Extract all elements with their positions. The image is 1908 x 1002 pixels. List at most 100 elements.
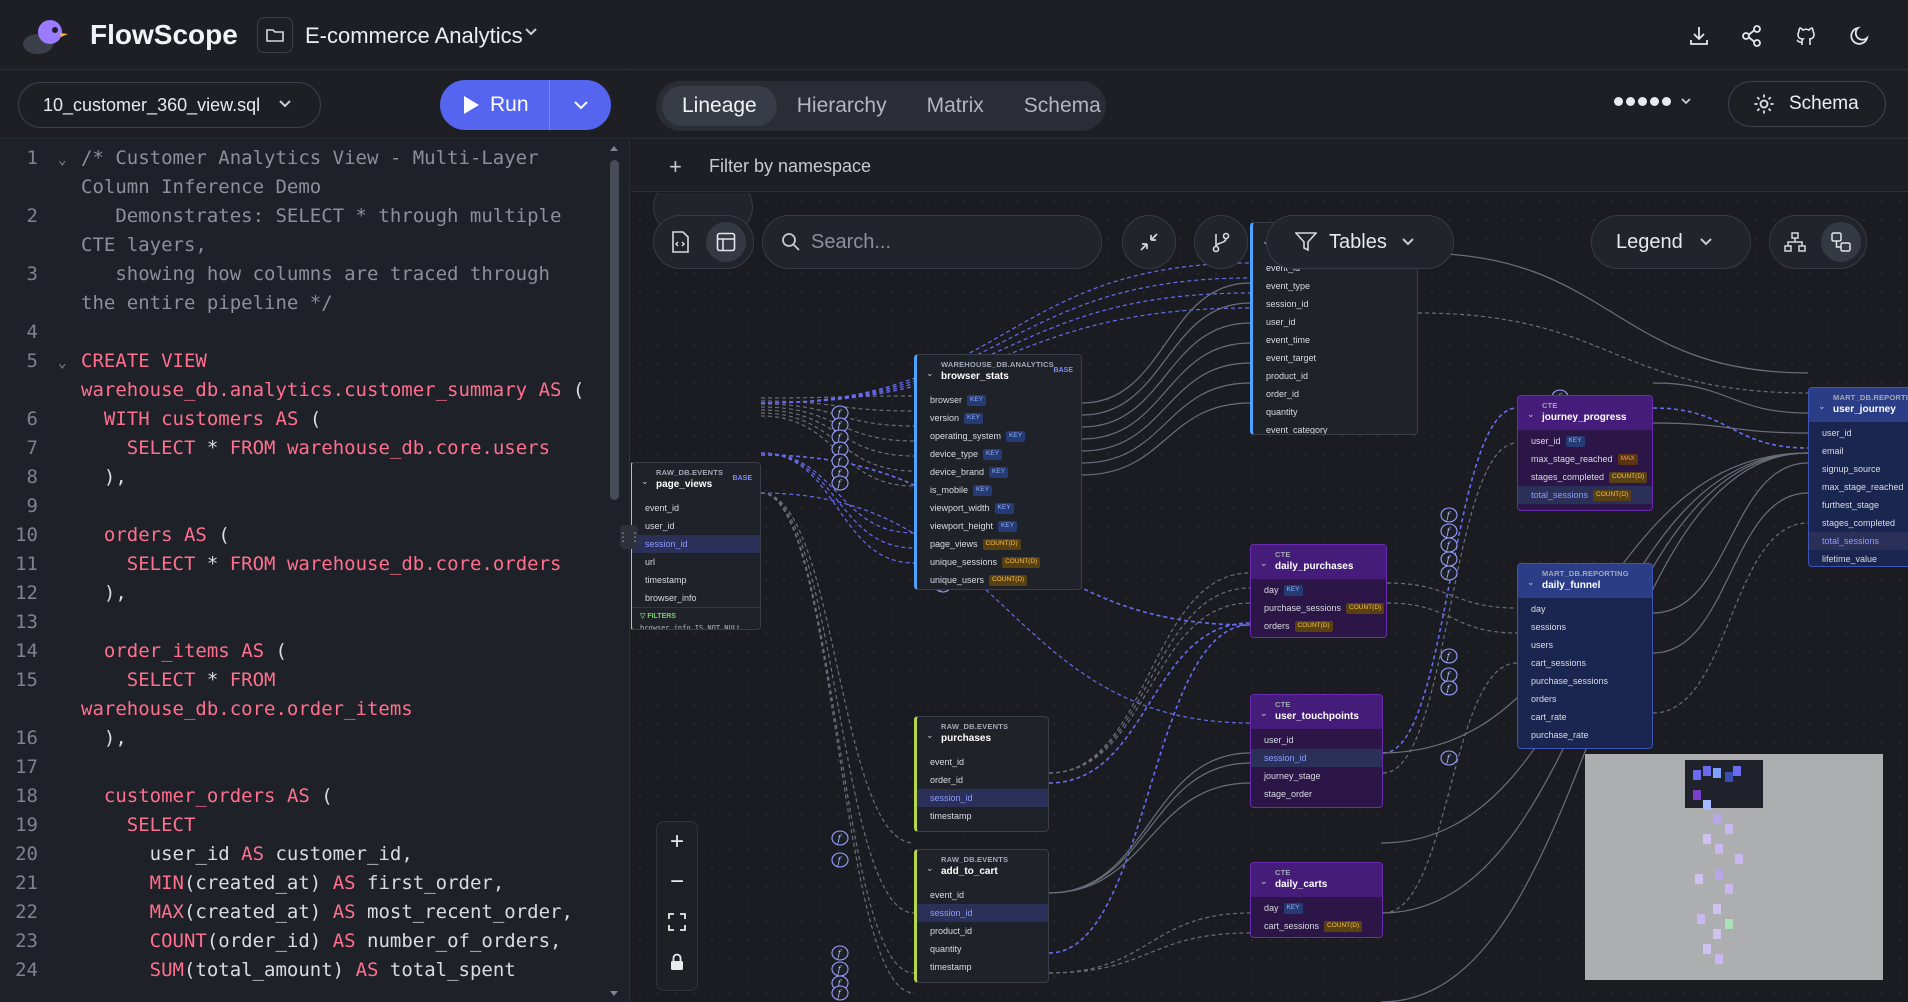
more-options-dots[interactable] <box>1614 95 1692 107</box>
node-column[interactable]: is_mobile KEY <box>917 481 1081 499</box>
node-column[interactable]: furthest_stage <box>1809 496 1908 514</box>
panel-resize-handle[interactable]: ⋮⋮ <box>617 525 641 549</box>
node-column[interactable]: order_id <box>1253 385 1417 403</box>
node-purchases[interactable]: ⌄ RAW_DB.EVENTS purchases event_id order_id s… <box>914 716 1049 832</box>
node-column[interactable]: event_id <box>632 499 760 517</box>
node-column[interactable]: unique_sessions COUNT(D) <box>917 553 1081 571</box>
tab-lineage[interactable]: Lineage <box>662 86 777 126</box>
node-column[interactable]: event_target <box>1253 349 1417 367</box>
node-header[interactable]: ⌄ CTE daily_purchases <box>1251 545 1386 579</box>
node-user-journey[interactable]: ⌄ MART_DB.REPORTING user_journey user_idema… <box>1808 387 1908 567</box>
node-column[interactable]: browser_info <box>632 589 760 607</box>
node-column[interactable]: lifetime_value <box>1809 550 1908 566</box>
node-column[interactable]: purchase_sessions <box>1518 672 1652 690</box>
node-column[interactable]: order_id <box>917 771 1048 789</box>
node-column[interactable]: quantity <box>1253 403 1417 421</box>
node-header[interactable]: ⌄ CTE journey_progress <box>1518 396 1652 430</box>
collapse-button[interactable] <box>1122 215 1176 269</box>
editor-scrollbar[interactable] <box>606 140 622 1002</box>
node-column[interactable]: url <box>632 553 760 571</box>
node-column[interactable]: session_id <box>1251 749 1382 767</box>
branch-button[interactable] <box>1194 215 1248 269</box>
chevron-down-icon[interactable]: ⌄ <box>1818 401 1826 412</box>
editor-scroll-thumb[interactable] <box>610 160 619 500</box>
download-icon[interactable] <box>1685 22 1713 50</box>
node-column[interactable]: device_type KEY <box>917 445 1081 463</box>
chevron-down-icon[interactable]: ⌄ <box>1260 876 1268 887</box>
node-column[interactable]: viewport_width KEY <box>917 499 1081 517</box>
minimap[interactable] <box>1585 754 1883 980</box>
node-column[interactable]: stages_completed <box>1809 514 1908 532</box>
tab-matrix[interactable]: Matrix <box>907 86 1004 126</box>
chevron-down-icon[interactable]: ⌄ <box>1260 558 1268 569</box>
add-filter-icon[interactable]: + <box>669 154 682 180</box>
node-column[interactable]: session_id <box>632 535 760 553</box>
filter-by-namespace[interactable]: Filter by namespace <box>709 156 871 177</box>
fit-view-button[interactable] <box>657 902 697 942</box>
code-view-icon[interactable] <box>660 222 700 262</box>
node-column[interactable]: day KEY <box>1251 581 1386 599</box>
project-name[interactable]: E-commerce Analytics <box>305 23 523 49</box>
node-column[interactable]: users <box>1518 636 1652 654</box>
node-column[interactable]: cart_sessions COUNT(D) <box>1251 917 1382 935</box>
node-column[interactable]: day KEY <box>1251 899 1382 917</box>
node-page-views[interactable]: ⌄ RAW_DB.EVENTS page_views BASE event_id user… <box>631 462 761 630</box>
run-options-dropdown[interactable] <box>550 97 611 113</box>
chevron-down-icon[interactable]: ⌄ <box>926 863 934 874</box>
node-column[interactable]: event_id <box>917 886 1048 904</box>
node-column[interactable]: page_views COUNT(D) <box>917 535 1081 553</box>
run-button[interactable]: Run <box>440 80 550 130</box>
node-column[interactable]: purchase_sessions COUNT(D) <box>1251 599 1386 617</box>
node-column[interactable]: event_category <box>1253 421 1417 434</box>
node-column[interactable]: user_id <box>1251 731 1382 749</box>
node-column[interactable]: session_id <box>917 904 1048 922</box>
chevron-down-icon[interactable]: ⌄ <box>1260 708 1268 719</box>
node-column[interactable]: orders <box>1518 690 1652 708</box>
project-folder-button[interactable] <box>257 17 293 53</box>
node-column[interactable]: timestamp <box>632 571 760 589</box>
node-column[interactable]: version KEY <box>917 409 1081 427</box>
node-header[interactable]: ⌄ WAREHOUSE_DB.ANALYTICS browser_stats BASE <box>917 355 1081 389</box>
github-icon[interactable] <box>1792 22 1820 50</box>
node-column[interactable]: device_brand KEY <box>917 463 1081 481</box>
fold-chevron-icon[interactable]: ⌄ <box>58 146 66 175</box>
node-header[interactable]: ⌄ RAW_DB.EVENTS add_to_cart <box>917 850 1048 884</box>
node-column[interactable]: event_type <box>1253 277 1417 295</box>
node-column[interactable]: product_id <box>1253 367 1417 385</box>
node-header[interactable]: ⌄ CTE daily_carts <box>1251 863 1382 897</box>
lock-button[interactable] <box>657 942 697 982</box>
node-header[interactable]: ⌄ MART_DB.REPORTING daily_funnel <box>1518 564 1652 598</box>
node-column[interactable]: operating_system KEY <box>917 427 1081 445</box>
scroll-up-icon[interactable] <box>609 144 619 152</box>
node-column[interactable]: product_id <box>917 922 1048 940</box>
node-add-to-cart[interactable]: ⌄ RAW_DB.EVENTS add_to_cart event_id session… <box>914 849 1049 983</box>
node-column[interactable]: user_id <box>632 517 760 535</box>
chevron-down-icon[interactable]: ⌄ <box>926 730 934 741</box>
node-column[interactable]: user_id <box>1809 424 1908 442</box>
node-column[interactable]: max_stage_reached <box>1809 478 1908 496</box>
search-box[interactable]: Search... <box>762 215 1102 269</box>
chevron-down-icon[interactable]: ⌄ <box>1527 577 1535 588</box>
hierarchy-layout-icon[interactable] <box>1775 222 1815 262</box>
chevron-down-icon[interactable] <box>524 25 538 39</box>
file-selector[interactable]: 10_customer_360_view.sql <box>18 82 321 128</box>
node-column[interactable]: stage_order <box>1251 785 1382 803</box>
chevron-down-icon[interactable]: ⌄ <box>1527 409 1535 420</box>
node-column[interactable]: session_id <box>917 789 1048 807</box>
tables-filter-dropdown[interactable]: Tables <box>1266 215 1454 269</box>
legend-dropdown[interactable]: Legend <box>1591 215 1751 269</box>
node-column[interactable]: max_stage_reached MAX <box>1518 450 1652 468</box>
node-column[interactable]: stages_completed COUNT(D) <box>1518 468 1652 486</box>
zoom-in-button[interactable]: + <box>657 822 697 862</box>
dark-mode-moon-icon[interactable] <box>1846 22 1874 50</box>
node-daily-funnel[interactable]: ⌄ MART_DB.REPORTING daily_funnel day session… <box>1517 563 1653 749</box>
lineage-canvas[interactable]: fffffffffffffffffffffffffffff ⌄RAW_DB.EV… <box>631 193 1908 1002</box>
node-daily-carts[interactable]: ⌄ CTE daily_carts day KEY cart_sessions COUNT(… <box>1250 862 1383 938</box>
node-column[interactable]: day <box>1518 600 1652 618</box>
node-user-touchpoints[interactable]: ⌄ CTE user_touchpoints user_id session_id jou… <box>1250 694 1383 808</box>
table-view-icon[interactable] <box>706 222 746 262</box>
chevron-down-icon[interactable]: ⌄ <box>641 476 649 487</box>
node-browser-stats[interactable]: ⌄ WAREHOUSE_DB.ANALYTICS browser_stats BASE… <box>914 354 1082 590</box>
node-column[interactable]: quantity <box>917 940 1048 958</box>
node-journey-progress[interactable]: ⌄ CTE journey_progress user_id KEY max_stage_… <box>1517 395 1653 511</box>
